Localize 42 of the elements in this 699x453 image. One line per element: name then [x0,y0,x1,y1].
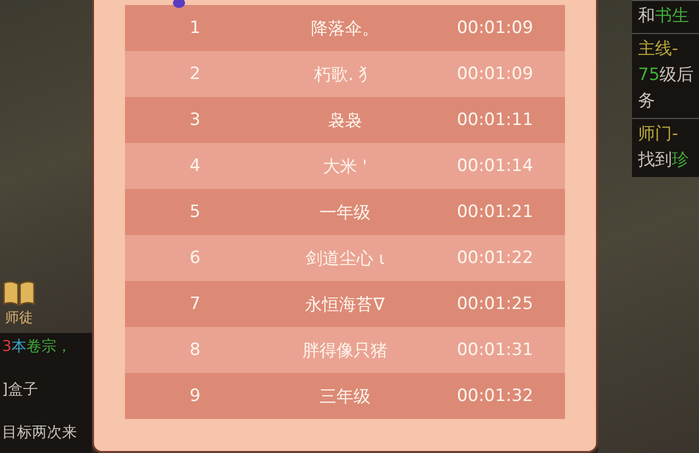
orb-icon [172,0,186,9]
player-name: 胖得像只猪 [302,340,388,362]
player-name: 永恒海苔ᐁ [304,294,386,316]
quest-text: 和书生 [638,5,690,27]
quest-text: 务 [638,90,656,112]
rank-number: 7 [188,294,202,314]
rank-number: 2 [188,64,202,84]
rank-number: 5 [188,202,202,222]
player-name: 朽歌. ⺨ [313,64,377,86]
clear-time: 00:01:22 [456,248,534,268]
quest-text: 找到珍 [638,149,690,171]
quest-entry[interactable]: 师门- 找到珍 [632,118,699,177]
clear-time: 00:01:09 [456,18,534,38]
clear-time: 00:01:14 [456,156,534,176]
quest-text: 主线- [638,38,680,60]
rank-number: 8 [188,340,202,360]
rank-number: 4 [188,156,202,176]
quest-text: 师门- [638,123,680,145]
clear-time: 00:01:25 [456,294,534,314]
player-name: 剑道尘心 ι [304,248,386,270]
rank-number: 3 [188,110,202,130]
player-name: 降落伞。 [310,18,380,40]
quest-text: 75级后 [638,64,695,86]
book-icon [2,279,36,307]
clear-time: 00:01:32 [456,386,534,406]
chat-message: 目标两次来 [2,423,78,442]
mentor-menu-button[interactable]: 师徒 [0,279,38,327]
quest-entry[interactable]: 主线- 75级后 务 [632,33,699,118]
player-name: 三年级 [318,386,372,408]
player-name: 袅袅 [327,110,363,132]
chat-message: ]盒子 [2,380,39,399]
chat-message: 3本卷宗， [2,337,73,356]
rank-number: 6 [188,248,202,268]
clear-time: 00:01:31 [456,340,534,360]
player-name: 大米 ' [322,156,368,178]
rank-number: 1 [188,18,202,38]
clear-time: 00:01:21 [456,202,534,222]
clear-time: 00:01:11 [456,110,534,130]
rank-number: 9 [188,386,202,406]
player-name: 一年级 [318,202,372,224]
clear-time: 00:01:09 [456,64,534,84]
quest-entry[interactable]: 和书生 [632,0,699,33]
